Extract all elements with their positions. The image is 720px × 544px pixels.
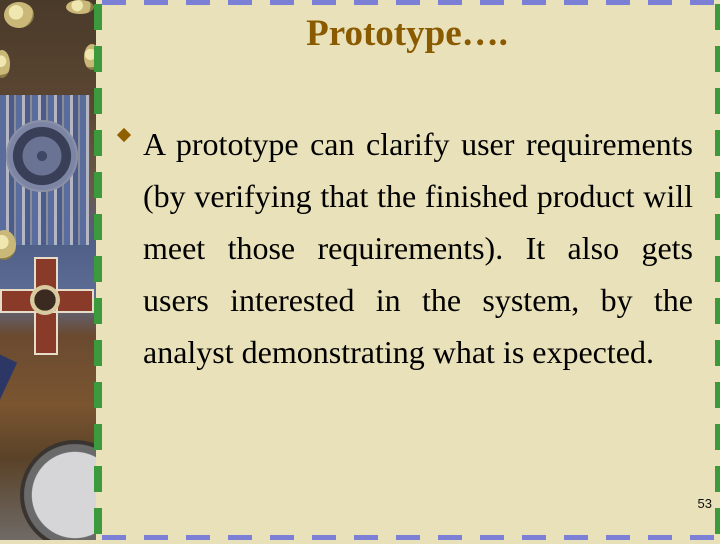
border-left-dashed [94, 4, 102, 544]
page-number: 53 [697, 496, 712, 511]
slide-title: Prototype…. [306, 13, 508, 54]
coin-image [0, 50, 10, 78]
bullet-text: A prototype can clarify user requirement… [143, 126, 693, 370]
border-bottom-dashed [102, 535, 720, 540]
slide: Prototype…. A prototype can clarify user… [0, 0, 720, 544]
medals-photo-image [0, 0, 96, 540]
diamond-bullet-icon [116, 127, 132, 143]
border-right-dashed [715, 4, 720, 544]
ribbon-band-image [0, 350, 18, 508]
coin-image [66, 0, 94, 14]
medal-cross-image [0, 257, 94, 357]
coin-image [4, 2, 34, 28]
rosette-image [6, 120, 78, 192]
border-top-dashed [102, 0, 720, 5]
bullet-item: A prototype can clarify user requirement… [116, 118, 693, 378]
compass-image [20, 440, 96, 540]
